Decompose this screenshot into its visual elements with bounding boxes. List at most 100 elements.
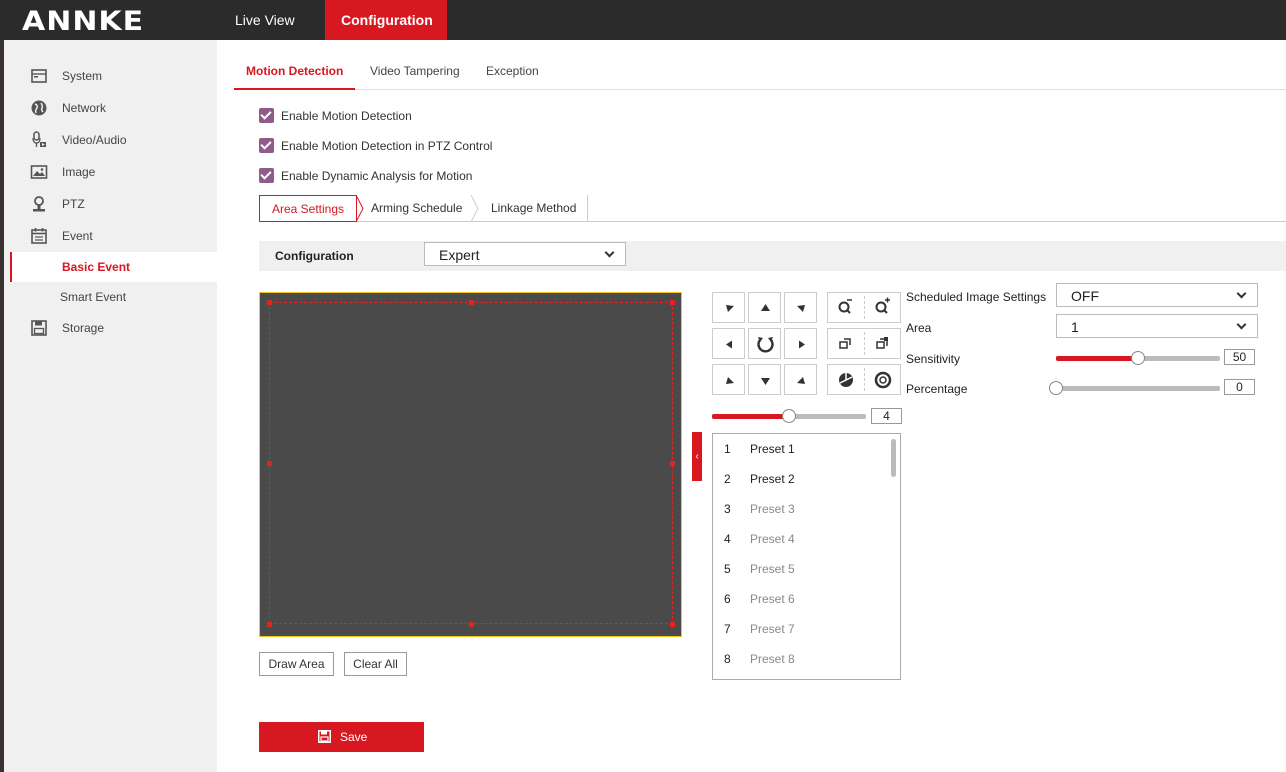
top-bar: ANNKE Live View Configuration [0,0,1286,40]
event-tabs: Motion Detection Video Tampering Excepti… [234,52,1286,90]
percentage-knob[interactable] [1049,381,1063,395]
arrow-down-icon [761,378,770,385]
list-item[interactable]: 4 Preset 4 [713,524,888,554]
sidebar-item-ptz[interactable]: PTZ [4,190,217,218]
checkbox-checked[interactable] [259,138,274,153]
preset-number: 7 [724,622,731,636]
list-item[interactable]: 6 Preset 6 [713,584,888,614]
preset-list-scrollbar[interactable] [891,439,896,477]
region-handle[interactable] [670,461,675,466]
preset-list[interactable]: 1 Preset 1 2 Preset 2 3 Preset 3 4 Preset 4 … [712,433,901,680]
scheduled-image-settings-select[interactable]: OFF [1056,283,1258,307]
ptz-down-right-button[interactable] [784,364,817,395]
sidebar-item-smart-event[interactable]: Smart Event [10,282,217,312]
clear-all-button[interactable]: Clear All [344,652,407,676]
preset-name: Preset 7 [750,622,795,636]
region-handle[interactable] [670,300,675,305]
preset-name: Preset 4 [750,532,795,546]
subtab-area-settings[interactable]: Area Settings [259,195,357,222]
preset-number: 3 [724,502,731,516]
ptz-speed-slider[interactable] [712,409,866,423]
ptz-speed-fill [712,414,789,419]
nav-live-view[interactable]: Live View [219,0,311,40]
preset-number: 4 [724,532,731,546]
region-handle[interactable] [267,461,272,466]
zoom-control [827,292,901,323]
checkbox-label: Enable Motion Detection [281,109,412,123]
ptz-up-right-button[interactable] [784,292,817,323]
save-button[interactable]: Save [259,722,424,752]
tab-separator-arrow [471,195,479,222]
ptz-auto-rotate-button[interactable] [748,328,781,359]
calendar-icon [31,228,47,244]
tab-motion-detection[interactable]: Motion Detection [234,52,356,90]
ptz-speed-value[interactable]: 4 [871,408,902,424]
sidebar-item-video-audio[interactable]: Video/Audio [4,126,217,154]
region-handle[interactable] [469,622,474,627]
region-handle[interactable] [469,300,474,305]
percentage-slider[interactable] [1049,381,1220,395]
sensitivity-value[interactable]: 50 [1224,349,1255,365]
list-item[interactable]: 5 Preset 5 [713,554,888,584]
ptz-speed-knob[interactable] [782,409,796,423]
list-item[interactable]: 1 Preset 1 [713,434,888,464]
list-item[interactable]: 3 Preset 3 [713,494,888,524]
video-preview[interactable] [259,292,682,637]
sidebar-item-image[interactable]: Image [4,158,217,186]
image-icon [30,165,48,179]
ptz-left-button[interactable] [712,328,745,359]
area-label: Area [906,321,932,335]
ptz-up-button[interactable] [748,292,781,323]
area-select-value: 1 [1071,319,1079,335]
draw-area-button[interactable]: Draw Area [259,652,334,676]
preset-number: 5 [724,562,731,576]
focus-far-button[interactable] [865,329,901,358]
nav-configuration[interactable]: Configuration [325,0,447,40]
sidebar-item-label: Network [62,101,107,115]
area-select[interactable]: 1 [1056,314,1258,338]
arrow-right-icon [799,340,805,349]
annke-logo: ANNKE [22,5,145,38]
list-item[interactable]: 8 Preset 8 [713,644,888,674]
checkbox-checked[interactable] [259,108,274,123]
globe-icon [31,100,47,116]
collapse-ptz-panel-button[interactable]: ‹ [692,432,702,481]
subtab-linkage-method[interactable]: Linkage Method [491,195,576,222]
sidebar-item-basic-event[interactable]: Basic Event [10,252,217,282]
checkbox-checked[interactable] [259,168,274,183]
zoom-in-button[interactable] [865,293,901,322]
sensitivity-label: Sensitivity [906,352,961,366]
ptz-right-button[interactable] [784,328,817,359]
configuration-select[interactable]: Expert [424,242,626,266]
tab-video-tampering[interactable]: Video Tampering [358,52,472,90]
subtab-arming-schedule[interactable]: Arming Schedule [371,195,462,222]
region-handle[interactable] [267,622,272,627]
tab-exception[interactable]: Exception [474,52,551,90]
region-handle[interactable] [267,300,272,305]
motion-detection-region[interactable] [269,302,673,624]
iris-close-button[interactable] [865,365,901,394]
sensitivity-knob[interactable] [1131,351,1145,365]
list-item[interactable]: 7 Preset 7 [713,614,888,644]
focus-near-button[interactable] [828,329,864,358]
sidebar-item-network[interactable]: Network [4,94,217,122]
preset-number: 1 [724,442,731,456]
list-item[interactable]: 2 Preset 2 [713,464,888,494]
preset-name: Preset 5 [750,562,795,576]
ptz-down-left-button[interactable] [712,364,745,395]
ptz-up-left-button[interactable] [712,292,745,323]
iris-open-icon [839,373,853,387]
ptz-camera-icon [33,196,45,212]
sidebar-item-system[interactable]: System [4,62,217,90]
percentage-value[interactable]: 0 [1224,379,1255,395]
configuration-row: Configuration Expert [259,241,1286,271]
sidebar-item-label: Video/Audio [62,133,127,147]
iris-open-button[interactable] [828,365,864,394]
zoom-out-button[interactable] [828,293,864,322]
sidebar-item-storage[interactable]: Storage [4,314,217,342]
sidebar-item-event[interactable]: Event [4,222,217,250]
region-handle[interactable] [670,622,675,627]
arrow-up-icon [761,304,770,311]
sensitivity-slider[interactable] [1056,351,1220,365]
ptz-down-button[interactable] [748,364,781,395]
